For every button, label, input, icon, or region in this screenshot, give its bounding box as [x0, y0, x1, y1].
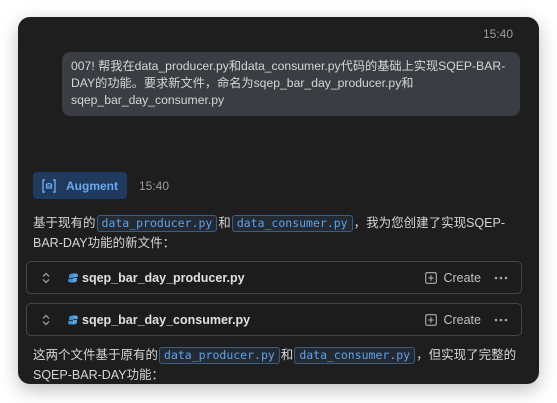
file-name[interactable]: sqep_bar_day_producer.py: [82, 271, 425, 285]
file-card-consumer[interactable]: sqep_bar_day_consumer.py Create: [26, 303, 522, 336]
create-file-icon: [425, 271, 438, 284]
inline-code-producer: data_producer.py: [159, 347, 280, 364]
para1-prefix: 基于现有的: [33, 216, 96, 230]
python-file-icon: [68, 315, 78, 325]
para2-mid: 和: [280, 348, 294, 362]
python-file-icon: [68, 273, 78, 283]
user-message-timestamp: 15:40: [482, 27, 513, 41]
agent-header: Augment 15:40: [33, 172, 169, 199]
expand-collapse-icon[interactable]: [39, 271, 53, 285]
response-paragraph-2: 这两个文件基于原有的 data_producer.py 和 data_consumer…: [33, 345, 533, 384]
create-button-label: Create: [443, 270, 481, 285]
user-message-bubble: 007! 帮我在data_producer.py和data_consumer.p…: [62, 52, 520, 116]
more-options-icon[interactable]: [494, 271, 508, 285]
augment-logo-icon: [41, 178, 57, 194]
inline-code-consumer: data_consumer.py: [231, 215, 353, 232]
para1-mid: 和: [218, 216, 231, 230]
chat-panel: 15:40 007! 帮我在data_producer.py和data_cons…: [18, 17, 539, 384]
create-button[interactable]: Create: [425, 271, 481, 285]
create-button-label: Create: [443, 312, 481, 327]
agent-badge[interactable]: Augment: [33, 172, 127, 199]
inline-code-producer: data_producer.py: [96, 215, 218, 232]
file-card-producer[interactable]: sqep_bar_day_producer.py Create: [26, 261, 522, 294]
para2-prefix: 这两个文件基于原有的: [33, 348, 159, 362]
agent-timestamp: 15:40: [139, 178, 170, 193]
agent-name: Augment: [66, 178, 118, 193]
create-file-icon: [425, 313, 438, 326]
file-name[interactable]: sqep_bar_day_consumer.py: [82, 313, 425, 327]
more-options-icon[interactable]: [494, 313, 508, 327]
create-button[interactable]: Create: [425, 313, 481, 327]
response-paragraph-1: 基于现有的 data_producer.py 和 data_consumer.py ，我…: [33, 213, 533, 253]
inline-code-consumer: data_consumer.py: [294, 347, 416, 364]
expand-collapse-icon[interactable]: [39, 313, 53, 327]
